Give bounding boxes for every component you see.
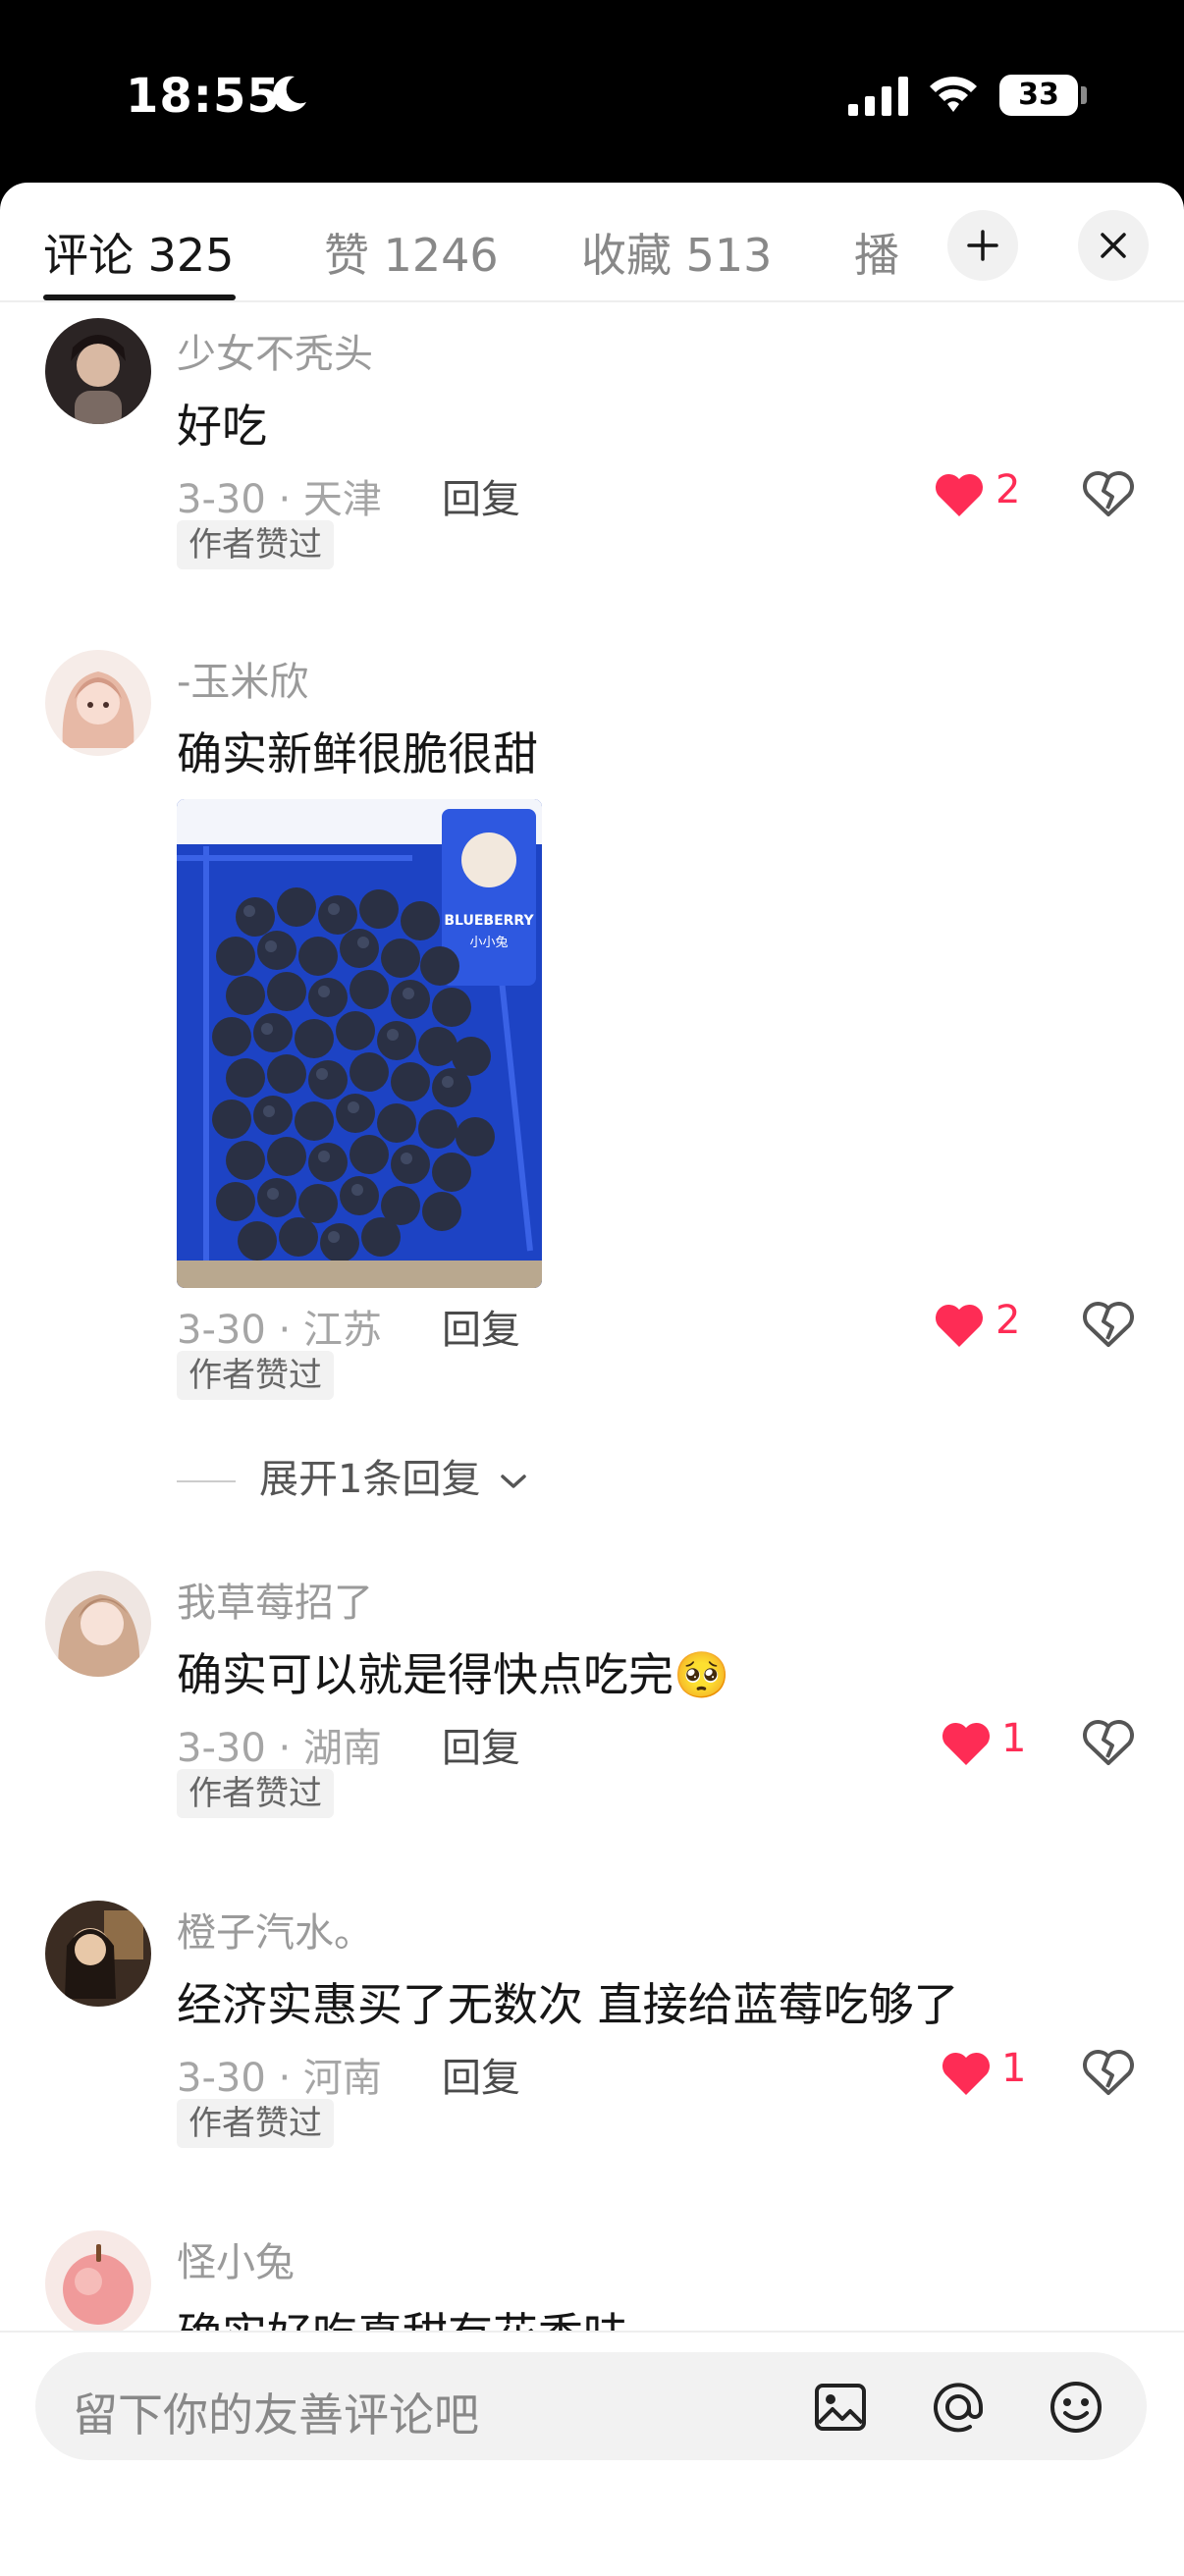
tab-favorites[interactable]: 收藏 513 [581,220,772,285]
comment-date-location: 3-30 · 江苏 [177,1308,382,1353]
wifi-icon [930,77,977,112]
like-count: 2 [996,1298,1021,1343]
tab-active-indicator [43,295,236,300]
heart-icon[interactable] [934,471,985,518]
reply-button[interactable]: 回复 [442,1716,520,1773]
like-count: 2 [996,467,1021,512]
expand-divider [177,1480,236,1482]
image-icon[interactable] [811,2378,870,2437]
comment-username[interactable]: -玉米欣 [177,650,308,707]
battery-cap [1081,86,1087,104]
comment-text: 确实新鲜很脆很甜 [177,727,538,780]
avatar[interactable] [45,650,151,756]
comment-username[interactable]: 怪小兔 [177,2230,295,2287]
broken-heart-icon[interactable] [1082,1300,1135,1349]
close-button[interactable] [1078,210,1149,281]
broken-heart-icon[interactable] [1082,1718,1135,1767]
comment-text: 确实可以就是得快点吃完🥺 [177,1648,730,1701]
comment-date-location: 3-30 · 湖南 [177,1726,382,1771]
comment-photo[interactable]: BLUEBERRY 小小兔 [177,799,542,1288]
expand-replies-label: 展开1条回复 [259,1457,481,1502]
comment-text: 好吃 [177,400,267,453]
expand-replies-button[interactable]: 展开1条回复 [177,1447,528,1504]
author-liked-badge: 作者赞过 [177,1351,334,1400]
comment-date-location: 3-30 · 天津 [177,477,382,522]
signal-icon [848,77,908,116]
avatar[interactable] [45,1901,151,2007]
emoji-icon[interactable] [1047,2378,1105,2437]
avatar[interactable] [45,1571,151,1677]
author-liked-badge: 作者赞过 [177,520,334,569]
tab-comments[interactable]: 评论 325 [43,220,234,285]
author-liked-badge: 作者赞过 [177,1769,334,1818]
broken-heart-icon[interactable] [1082,469,1135,518]
reply-button[interactable]: 回复 [442,2046,520,2103]
heart-icon[interactable] [941,2050,992,2097]
like-count: 1 [1001,2046,1027,2091]
tab-bar: 评论 325 赞 1246 收藏 513 播 [0,183,1184,302]
comment-date-location: 3-30 · 河南 [177,2056,382,2101]
heart-icon[interactable] [941,1720,992,1767]
comment-username[interactable]: 我草莓招了 [177,1571,373,1628]
close-icon [1101,233,1126,258]
comment-input[interactable]: 留下你的友善评论吧 [35,2352,1147,2460]
moon-icon [273,76,306,112]
comment-input-placeholder: 留下你的友善评论吧 [73,2388,479,2442]
tab-plays[interactable]: 播 [854,220,899,285]
comments-sheet: 评论 325 赞 1246 收藏 513 播 少女不秃头 好吃 3-30 · 天… [0,183,1184,2574]
package-sublabel: 小小兔 [469,936,508,950]
mention-icon[interactable] [929,2378,988,2437]
tab-likes[interactable]: 赞 1246 [324,220,499,285]
reply-button[interactable]: 回复 [442,1298,520,1355]
package-label: BLUEBERRY [444,913,534,929]
status-bar: 18:55 33 [0,0,1184,187]
comment-text: 经济实惠买了无数次 直接给蓝莓吃够了 [177,1978,959,2031]
chevron-down-icon [501,1475,526,1488]
comment-input-bar: 留下你的友善评论吧 [0,2331,1184,2576]
like-count: 1 [1001,1716,1027,1761]
avatar[interactable] [45,2230,151,2336]
broken-heart-icon[interactable] [1082,2048,1135,2097]
status-time: 18:55 [126,69,281,124]
battery-icon: 33 [999,75,1078,116]
avatar[interactable] [45,318,151,424]
author-liked-badge: 作者赞过 [177,2099,334,2148]
comment-username[interactable]: 橙子汽水。 [177,1901,373,1958]
comment-username[interactable]: 少女不秃头 [177,322,373,379]
collapse-icon [967,230,998,261]
heart-icon[interactable] [934,1302,985,1349]
reply-button[interactable]: 回复 [442,467,520,524]
collapse-button[interactable] [947,210,1018,281]
